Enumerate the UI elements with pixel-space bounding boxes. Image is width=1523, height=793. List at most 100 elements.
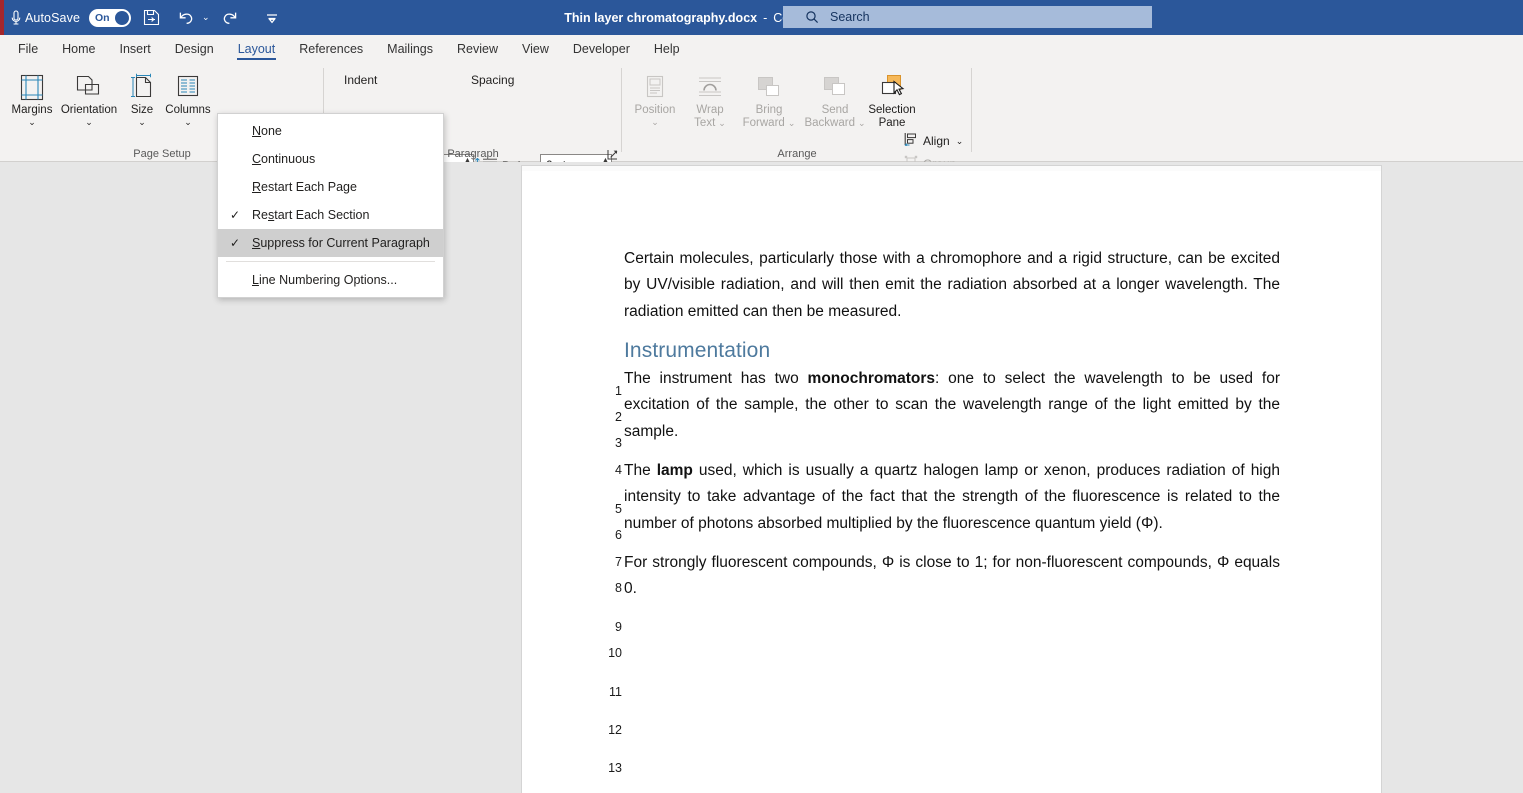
columns-icon xyxy=(173,70,203,104)
tab-references[interactable]: References xyxy=(287,35,375,62)
selection-pane-icon xyxy=(876,70,908,104)
line-number: 2 xyxy=(615,410,622,424)
line-number: 5 xyxy=(615,502,622,516)
wrap-text-label-line2: Text xyxy=(694,117,716,129)
autosave-toggle[interactable]: On xyxy=(89,8,132,27)
chevron-down-icon[interactable]: ⌄ xyxy=(956,136,964,147)
tab-layout[interactable]: Layout xyxy=(226,35,288,62)
margins-button[interactable]: Margins ⌄ xyxy=(6,66,58,127)
chevron-down-icon[interactable]: ⌄ xyxy=(184,118,192,127)
text-run-bold: monochromators xyxy=(807,370,936,388)
tab-mailings[interactable]: Mailings xyxy=(375,35,445,62)
tab-insert[interactable]: Insert xyxy=(108,35,163,62)
text-run: Certain molecules, particularly those wi… xyxy=(624,250,1280,320)
menu-item-none[interactable]: None xyxy=(218,117,443,145)
text-run: The instrument has two xyxy=(624,370,808,388)
chevron-down-icon[interactable]: ⌄ xyxy=(28,118,36,127)
redo-icon[interactable] xyxy=(215,3,245,33)
line-number: 13 xyxy=(608,761,622,775)
paragraph-intro[interactable]: Certain molecules, particularly those wi… xyxy=(624,246,1280,325)
position-icon xyxy=(640,70,670,104)
search-box[interactable] xyxy=(783,6,1152,28)
size-button[interactable]: Size ⌄ xyxy=(122,66,162,127)
empty-paragraph[interactable] xyxy=(624,654,1280,692)
chevron-down-icon[interactable]: ⌄ xyxy=(718,119,726,128)
menu-item-restart-each-page[interactable]: Restart Each Page xyxy=(218,173,443,201)
ribbon-group-arrange: Position ⌄ Wrap Text ⌄ Bring Forward ⌄ S… xyxy=(622,62,972,194)
line-number: 10 xyxy=(608,646,622,660)
selection-pane-button[interactable]: Selection Pane xyxy=(860,66,924,130)
line-number: 4 xyxy=(615,463,622,477)
tab-file[interactable]: File xyxy=(6,35,50,62)
columns-button[interactable]: Columns ⌄ xyxy=(162,66,214,127)
empty-paragraph[interactable] xyxy=(624,616,1280,654)
microphone-icon[interactable] xyxy=(8,8,24,28)
chevron-down-icon[interactable]: ⌄ xyxy=(651,118,659,127)
paragraph-lamp[interactable]: The lamp used, which is usually a quartz… xyxy=(624,458,1280,537)
bring-forward-button[interactable]: Bring Forward ⌄ xyxy=(736,66,802,130)
bring-forward-label-line2: Forward xyxy=(742,117,785,129)
line-numbers-dropdown-menu[interactable]: None Continuous Restart Each Page ✓ Rest… xyxy=(217,113,444,298)
tab-design[interactable]: Design xyxy=(163,35,226,62)
tab-help[interactable]: Help xyxy=(642,35,692,62)
autosave-control[interactable]: AutoSave On xyxy=(8,0,132,35)
send-backward-label-line2: Backward xyxy=(804,117,855,129)
align-label: Align xyxy=(923,134,950,148)
chevron-down-icon[interactable]: ⌄ xyxy=(788,119,796,128)
orientation-button[interactable]: Orientation ⌄ xyxy=(58,66,120,127)
columns-label: Columns xyxy=(165,104,211,116)
empty-paragraph[interactable] xyxy=(624,692,1280,730)
text-run: The xyxy=(624,462,657,480)
send-backward-button[interactable]: Send Backward ⌄ xyxy=(802,66,868,130)
autosave-state-label: On xyxy=(95,11,110,24)
customize-quick-access-toolbar-icon[interactable] xyxy=(257,3,287,33)
size-label: Size xyxy=(130,104,154,116)
wrap-text-label-line1: Wrap xyxy=(696,104,724,116)
paragraph-dialog-launcher-icon[interactable] xyxy=(604,146,618,160)
orientation-icon xyxy=(74,70,104,104)
group-separator xyxy=(971,68,972,152)
document-text-body[interactable]: Certain molecules, particularly those wi… xyxy=(624,246,1280,730)
paragraph-quantum-yield[interactable]: For strongly fluorescent compounds, Φ is… xyxy=(624,550,1280,603)
check-mark-icon: ✓ xyxy=(229,208,241,222)
wrap-text-button[interactable]: Wrap Text ⌄ xyxy=(684,66,736,130)
heading-instrumentation[interactable]: Instrumentation xyxy=(624,338,1280,364)
spacing-heading: Spacing xyxy=(471,73,515,87)
orientation-label: Orientation xyxy=(60,104,118,116)
position-label: Position xyxy=(634,104,676,116)
search-input[interactable] xyxy=(830,10,1130,24)
position-button[interactable]: Position ⌄ xyxy=(626,66,684,127)
menu-item-line-numbering-options[interactable]: Line Numbering Options... xyxy=(218,266,443,294)
menu-item-label: Suppress for Current Paragraph xyxy=(252,236,430,250)
wrap-text-icon xyxy=(695,70,725,104)
tab-developer[interactable]: Developer xyxy=(561,35,642,62)
save-icon[interactable] xyxy=(136,3,166,33)
selection-pane-label-line2: Pane xyxy=(878,117,906,129)
chevron-down-icon[interactable]: ⌄ xyxy=(85,118,93,127)
tab-review[interactable]: Review xyxy=(445,35,510,62)
send-backward-label-line1: Send xyxy=(821,104,849,116)
line-number: 12 xyxy=(608,723,622,737)
line-number: 1 xyxy=(615,384,622,398)
chevron-down-icon[interactable]: ⌄ xyxy=(202,12,210,23)
send-backward-icon xyxy=(820,70,850,104)
undo-split-button[interactable]: ⌄ xyxy=(171,3,210,33)
chevron-down-icon[interactable]: ⌄ xyxy=(138,118,146,127)
autosave-label: AutoSave xyxy=(25,10,81,25)
margins-icon xyxy=(17,70,47,104)
menu-item-continuous[interactable]: Continuous xyxy=(218,145,443,173)
menu-separator xyxy=(226,261,435,262)
menu-item-restart-each-section[interactable]: ✓ Restart Each Section xyxy=(218,201,443,229)
toggle-knob xyxy=(115,10,130,25)
menu-item-suppress-for-current-paragraph[interactable]: ✓ Suppress for Current Paragraph xyxy=(218,229,443,257)
paragraph-monochromators[interactable]: The instrument has two monochromators: o… xyxy=(624,366,1280,445)
menu-item-label: Continuous xyxy=(252,152,316,166)
tab-view[interactable]: View xyxy=(510,35,561,62)
document-name[interactable]: Thin layer chromatography.docx xyxy=(564,11,757,25)
document-page[interactable]: 1 2 3 4 5 6 7 8 9 10 11 12 13 Certain mo… xyxy=(522,166,1381,793)
line-number: 9 xyxy=(615,620,622,634)
page-top-edge xyxy=(522,166,1381,171)
tab-home[interactable]: Home xyxy=(50,35,107,62)
undo-icon[interactable] xyxy=(171,3,201,33)
check-mark-icon: ✓ xyxy=(229,236,241,250)
